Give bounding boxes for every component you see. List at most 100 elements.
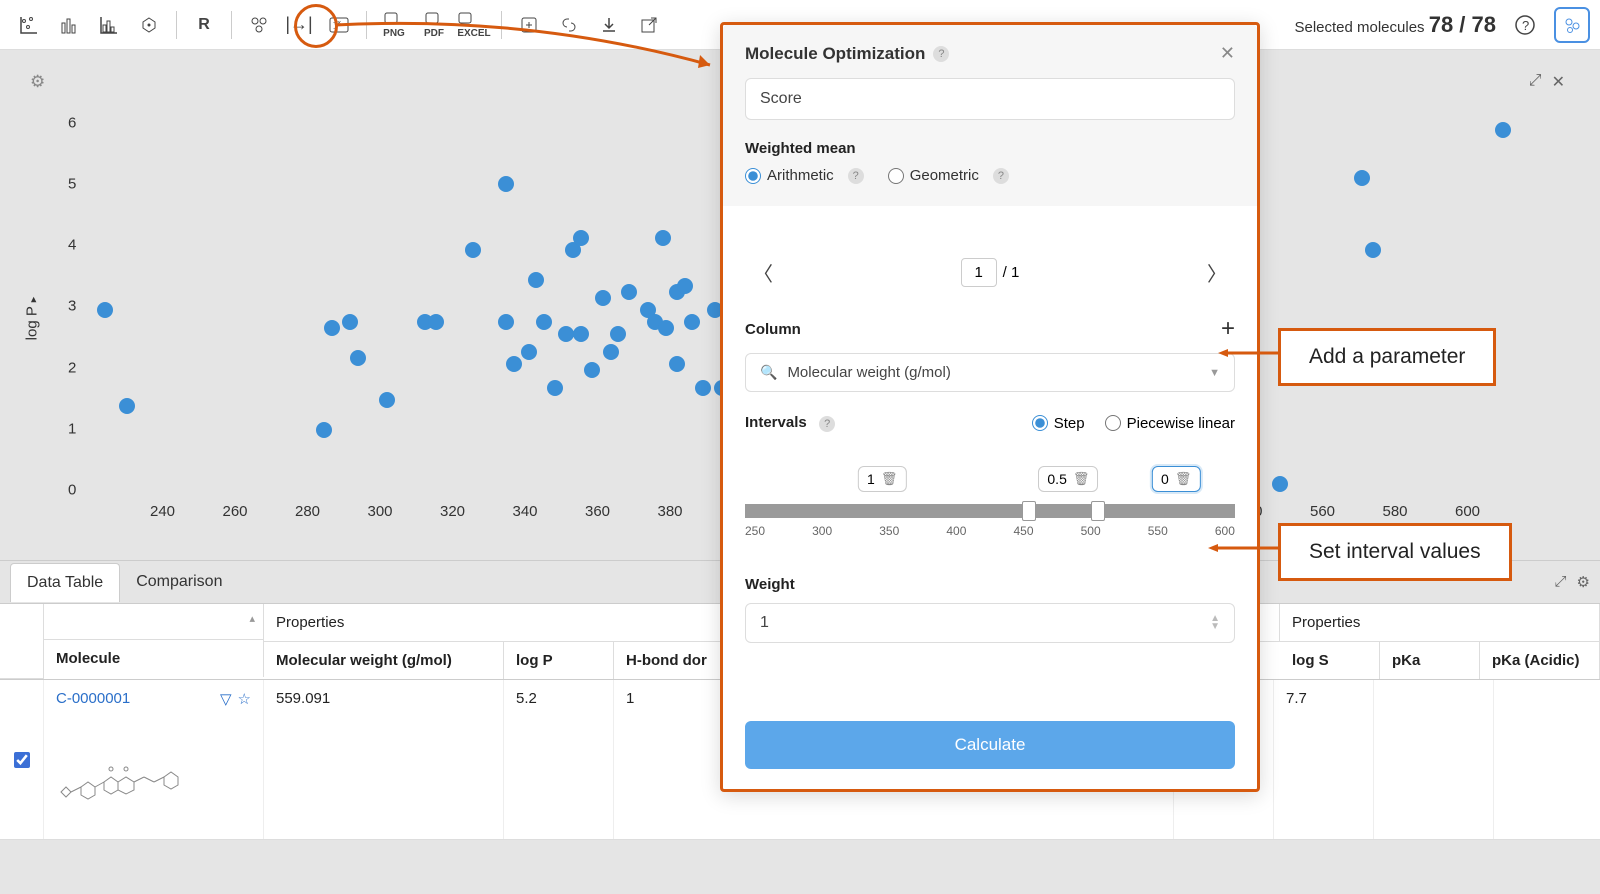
trash-icon[interactable]: 🗑: [1175, 471, 1192, 487]
panel-settings-icon[interactable]: ⚙: [1577, 573, 1590, 591]
slider-handle[interactable]: [1022, 501, 1036, 521]
data-point[interactable]: [465, 242, 481, 258]
close-icon[interactable]: ✕: [1220, 43, 1235, 64]
column-select[interactable]: 🔍 Molecular weight (g/mol) ▼: [745, 353, 1235, 392]
col-logs[interactable]: log S: [1280, 642, 1380, 679]
pager-prev-icon[interactable]: 〈: [745, 254, 781, 291]
pager-next-icon[interactable]: 〉: [1199, 254, 1235, 291]
help-icon[interactable]: ?: [993, 168, 1009, 184]
data-point[interactable]: [584, 362, 600, 378]
tab-data-table[interactable]: Data Table: [10, 563, 120, 602]
histogram-icon[interactable]: [90, 6, 128, 44]
molecule-id-link[interactable]: C-0000001: [56, 690, 130, 707]
data-point[interactable]: [324, 320, 340, 336]
data-point[interactable]: [498, 314, 514, 330]
data-point[interactable]: [342, 314, 358, 330]
data-point[interactable]: [1495, 122, 1511, 138]
data-point[interactable]: [558, 326, 574, 342]
callout-set-interval: Set interval values: [1278, 523, 1512, 581]
help-icon[interactable]: ?: [1506, 6, 1544, 44]
search-icon: 🔍: [760, 364, 777, 381]
data-point[interactable]: [119, 398, 135, 414]
filter-icon[interactable]: ▽: [220, 690, 232, 708]
weight-label: Weight: [745, 576, 1235, 593]
bar-chart-icon[interactable]: [50, 6, 88, 44]
annotation-arrow: [1218, 348, 1280, 358]
pager-page-input[interactable]: [961, 258, 997, 287]
annotation-arrow: [330, 10, 720, 80]
data-point[interactable]: [97, 302, 113, 318]
radio-step[interactable]: Step: [1032, 415, 1085, 432]
col-logp[interactable]: log P: [504, 642, 614, 679]
data-point[interactable]: [603, 344, 619, 360]
star-icon[interactable]: ☆: [238, 690, 251, 708]
pager-total: / 1: [1003, 264, 1020, 281]
r-script-icon[interactable]: R: [185, 6, 223, 44]
data-point[interactable]: [573, 230, 589, 246]
interval-value-2[interactable]: 0.5🗑: [1038, 466, 1098, 492]
data-point[interactable]: [547, 380, 563, 396]
tab-comparison[interactable]: Comparison: [120, 563, 238, 601]
help-icon[interactable]: ?: [933, 46, 949, 62]
data-point[interactable]: [428, 314, 444, 330]
interval-value-3[interactable]: 0🗑: [1152, 466, 1200, 492]
cell-pka: 7.7: [1274, 680, 1374, 839]
interval-value-1[interactable]: 1🗑: [858, 466, 906, 492]
data-point[interactable]: [695, 380, 711, 396]
data-point[interactable]: [536, 314, 552, 330]
trash-icon[interactable]: 🗑: [881, 471, 898, 487]
score-name-input[interactable]: [745, 78, 1235, 120]
data-point[interactable]: [655, 230, 671, 246]
panel-expand-icon[interactable]: ⤢: [1555, 573, 1567, 591]
cluster-icon[interactable]: [240, 6, 278, 44]
add-parameter-button[interactable]: +: [1221, 315, 1235, 343]
column-label: Column: [745, 321, 801, 338]
col-pka[interactable]: pKa: [1380, 642, 1480, 679]
trash-icon[interactable]: 🗑: [1073, 471, 1090, 487]
data-point[interactable]: [350, 350, 366, 366]
radio-arithmetic[interactable]: Arithmetic ?: [745, 167, 864, 184]
stepper-icon[interactable]: ▲▼: [1210, 615, 1220, 631]
data-point[interactable]: [379, 392, 395, 408]
slider-handle[interactable]: [1091, 501, 1105, 521]
interval-slider[interactable]: 1🗑 0.5🗑 0🗑 250300350400450500550600: [745, 480, 1235, 550]
col-pka-acidic[interactable]: pKa (Acidic): [1480, 642, 1600, 679]
scatter-tool-icon[interactable]: [10, 6, 48, 44]
help-icon[interactable]: ?: [819, 416, 835, 432]
data-point[interactable]: [684, 314, 700, 330]
data-point[interactable]: [528, 272, 544, 288]
molecule-structure: [56, 757, 251, 810]
data-point[interactable]: [621, 284, 637, 300]
annotation-arrow: [1208, 543, 1280, 553]
row-checkbox[interactable]: [14, 752, 30, 768]
radio-piecewise[interactable]: Piecewise linear: [1105, 415, 1235, 432]
data-point[interactable]: [498, 176, 514, 192]
chart-expand-icon[interactable]: ⤢: [1529, 72, 1542, 92]
col-molecule[interactable]: Molecule: [44, 640, 264, 677]
molecule-view-icon[interactable]: [130, 6, 168, 44]
radio-geometric[interactable]: Geometric ?: [888, 167, 1009, 184]
data-point[interactable]: [610, 326, 626, 342]
cell-logp: 5.2: [504, 680, 614, 839]
help-icon[interactable]: ?: [848, 168, 864, 184]
data-point[interactable]: [658, 320, 674, 336]
svg-text:?: ?: [1522, 18, 1529, 33]
data-point[interactable]: [506, 356, 522, 372]
data-point[interactable]: [316, 422, 332, 438]
data-point[interactable]: [1365, 242, 1381, 258]
data-point[interactable]: [669, 356, 685, 372]
data-point[interactable]: [521, 344, 537, 360]
chart-close-icon[interactable]: ✕: [1552, 72, 1565, 92]
col-mw[interactable]: Molecular weight (g/mol): [264, 642, 504, 679]
calculate-button[interactable]: Calculate: [745, 721, 1235, 769]
data-point[interactable]: [573, 326, 589, 342]
dialog-title: Molecule Optimization: [745, 44, 925, 64]
data-point[interactable]: [1354, 170, 1370, 186]
data-point[interactable]: [595, 290, 611, 306]
data-point[interactable]: [677, 278, 693, 294]
cell-mw: 559.091: [264, 680, 504, 839]
weight-input[interactable]: 1 ▲▼: [745, 603, 1235, 643]
data-point[interactable]: [1272, 476, 1288, 492]
chart-settings-icon[interactable]: ⚙: [30, 72, 45, 92]
settings-gear-icon[interactable]: [1554, 7, 1590, 43]
